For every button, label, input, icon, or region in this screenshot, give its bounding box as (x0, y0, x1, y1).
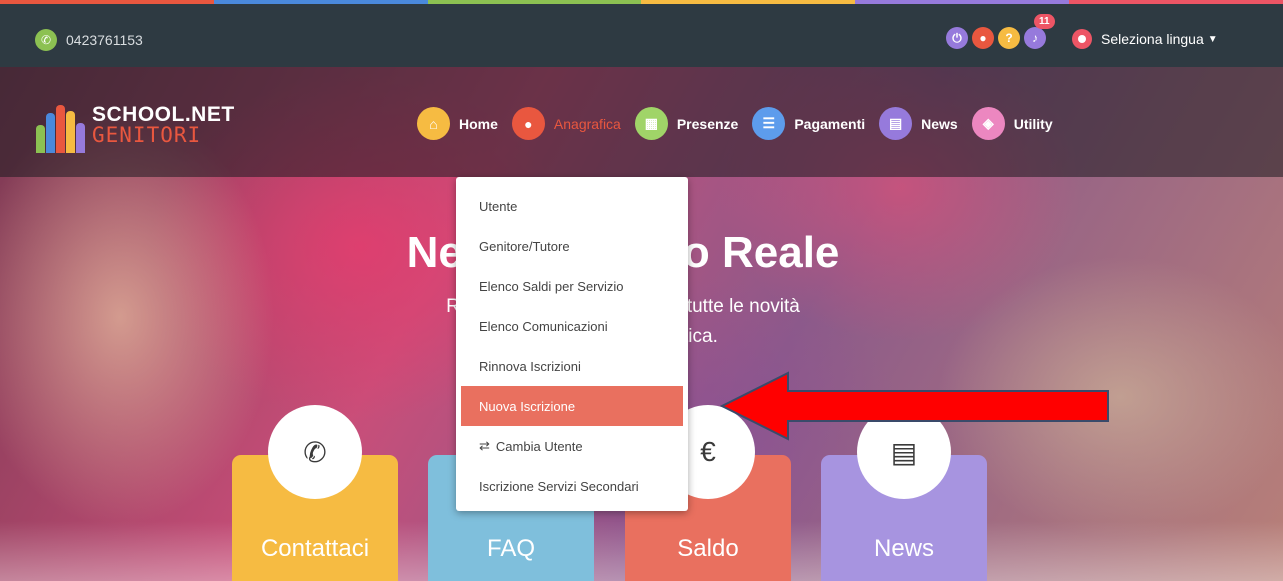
nav-label: Anagrafica (553, 115, 621, 132)
language-label: Seleziona lingua (1101, 31, 1204, 47)
nav-item-utility[interactable]: ◈ Utility (971, 107, 1053, 140)
anagrafica-dropdown-menu: Utente Genitore/Tutore Elenco Saldi per … (456, 177, 688, 511)
card-contattaci[interactable]: ✆ Contattaci (232, 405, 398, 581)
nav-label: Pagamenti (794, 115, 866, 132)
menu-item-nuova-iscrizione[interactable]: Nuova Iscrizione (461, 386, 683, 426)
user-icon[interactable]: ● (972, 27, 994, 49)
hand-logo-icon (36, 97, 86, 153)
card-label: Contattaci (260, 535, 370, 562)
phone-number: 0423761153 (66, 32, 143, 48)
menu-item-label: Rinnova Iscrizioni (479, 358, 581, 374)
menu-item-utente[interactable]: Utente (461, 186, 683, 226)
language-selector[interactable]: Seleziona lingua ▼ (1072, 29, 1218, 49)
top-bar: ✆ 0423761153 ⏻ ● ? ♪ 11 Seleziona lingua… (0, 4, 1283, 67)
card-label: Saldo (677, 535, 739, 562)
menu-item-elenco-comunicazioni[interactable]: Elenco Comunicazioni (461, 306, 683, 346)
calendar-icon: ▦ (634, 107, 668, 140)
nav-item-pagamenti[interactable]: ☰ Pagamenti (752, 107, 865, 140)
logo-subtitle: GENITORI (92, 123, 202, 147)
menu-item-label: Elenco Saldi per Servizio (479, 278, 624, 294)
card-label: News (873, 535, 934, 562)
phone-icon: ✆ (268, 405, 362, 499)
menu-item-cambia-utente[interactable]: ⇄ Cambia Utente (461, 426, 683, 466)
list-icon: ☰ (752, 107, 786, 140)
nav-item-news[interactable]: ▤ News (879, 107, 958, 140)
link-icon: ◈ (971, 107, 1005, 140)
menu-item-label: Iscrizione Servizi Secondari (479, 478, 639, 494)
annotation-arrow (720, 371, 1109, 441)
menu-item-genitore-tutore[interactable]: Genitore/Tutore (461, 226, 683, 266)
menu-item-label: Utente (479, 198, 518, 214)
logo-title: SCHOOL.NET (92, 103, 235, 126)
card-label: FAQ (486, 535, 535, 562)
user-actions: ⏻ ● ? ♪ 11 (946, 14, 1055, 49)
main-nav: ⌂ Home ● Anagrafica ▦ Presenze ☰ Pagamen… (417, 107, 1067, 140)
nav-item-home[interactable]: ⌂ Home (417, 107, 498, 140)
logo[interactable]: SCHOOL.NET GENITORI (36, 97, 235, 153)
menu-item-iscrizione-servizi-secondari[interactable]: Iscrizione Servizi Secondari (461, 466, 683, 506)
phone-contact[interactable]: ✆ 0423761153 (35, 29, 143, 51)
nav-item-anagrafica[interactable]: ● Anagrafica (511, 107, 621, 140)
nav-label: Presenze (676, 115, 739, 132)
power-icon[interactable]: ⏻ (946, 27, 968, 49)
home-icon: ⌂ (417, 107, 450, 140)
user-icon: ● (511, 107, 545, 140)
notification-badge: 11 (1034, 14, 1055, 29)
menu-item-label: Elenco Comunicazioni (479, 318, 608, 334)
menu-item-elenco-saldi[interactable]: Elenco Saldi per Servizio (461, 266, 683, 306)
globe-icon (1072, 29, 1092, 49)
nav-label: Utility (1013, 115, 1053, 132)
nav-label: News (921, 115, 958, 132)
newspaper-icon: ▤ (879, 107, 913, 140)
card-news[interactable]: ▤ News (821, 405, 987, 581)
nav-label: Home (459, 115, 498, 132)
menu-item-rinnova-iscrizioni[interactable]: Rinnova Iscrizioni (461, 346, 683, 386)
menu-item-label: Genitore/Tutore (479, 238, 570, 254)
chevron-down-icon: ▼ (1207, 33, 1218, 45)
help-icon[interactable]: ? (998, 27, 1020, 49)
phone-icon: ✆ (35, 29, 57, 51)
menu-item-label: Cambia Utente (495, 438, 583, 454)
menu-item-label: Nuova Iscrizione (479, 398, 576, 414)
nav-item-presenze[interactable]: ▦ Presenze (634, 107, 739, 140)
top-color-strip (0, 0, 1283, 4)
bell-icon[interactable]: ♪ 11 (1024, 14, 1055, 49)
swap-icon: ⇄ (479, 438, 490, 453)
